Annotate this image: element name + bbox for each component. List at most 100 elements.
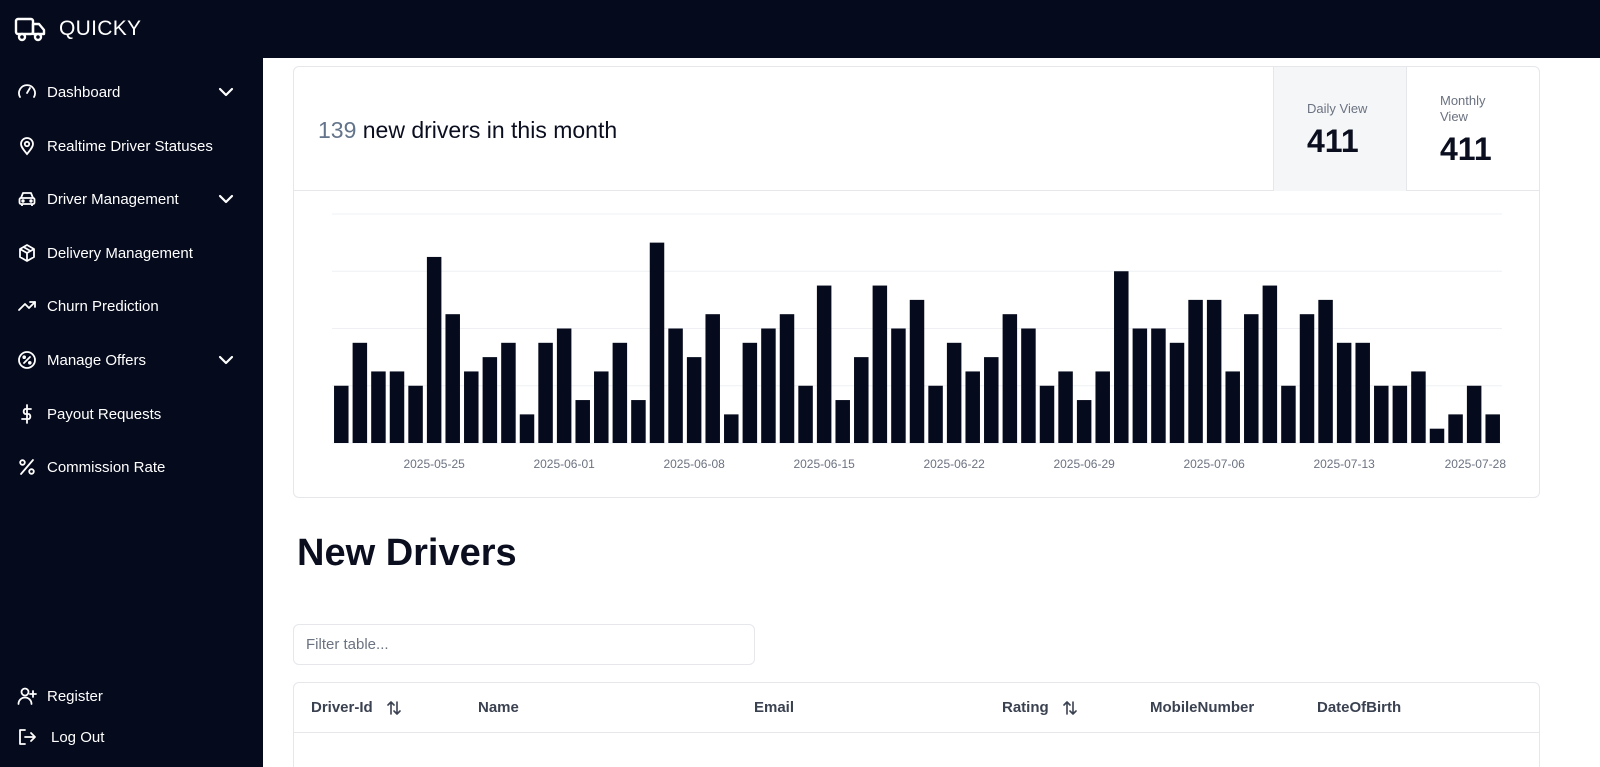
sidebar-item-driver-management[interactable]: Driver Management [0, 179, 263, 219]
chart-bar[interactable] [556, 328, 572, 444]
chart-bar[interactable] [1058, 371, 1073, 443]
chart-bar[interactable] [464, 371, 479, 443]
chart-bar[interactable] [798, 385, 813, 443]
monthly-view-value: 411 [1440, 131, 1492, 167]
app-title: QUICKY [59, 17, 142, 40]
chart-bar[interactable] [872, 285, 888, 443]
sidebar-item-dashboard[interactable]: Dashboard [0, 72, 263, 112]
chart-bar[interactable] [631, 400, 646, 443]
chart-bar[interactable] [1485, 414, 1500, 444]
chart-bar[interactable] [835, 400, 850, 443]
chart-bar[interactable] [426, 256, 442, 443]
chart-bar[interactable] [761, 328, 776, 444]
chart-bar[interactable] [891, 328, 906, 444]
chart-bar[interactable] [1169, 342, 1185, 443]
column-header-name[interactable]: Name [478, 699, 519, 716]
chart-bar[interactable] [1411, 371, 1426, 443]
x-tick-label: 2025-07-28 [1445, 457, 1507, 471]
summary-text: new drivers in this month [362, 117, 618, 143]
chart-bar[interactable] [1244, 314, 1259, 443]
daily-view-toggle[interactable]: Daily View 411 [1273, 67, 1407, 191]
chart-bar[interactable] [1095, 371, 1110, 443]
chart-bar[interactable] [482, 357, 498, 444]
chart-bar[interactable] [965, 371, 980, 443]
chart-bar[interactable] [686, 357, 702, 444]
chart-bar[interactable] [1318, 299, 1333, 444]
chart-bar[interactable] [1188, 299, 1203, 444]
chart-bar[interactable] [1039, 385, 1055, 443]
sidebar-item-delivery-management[interactable]: Delivery Management [0, 233, 263, 273]
sidebar-item-label: Dashboard [47, 83, 121, 101]
chart-bar[interactable] [334, 385, 349, 443]
chart-bar[interactable] [854, 357, 869, 444]
chart-bar[interactable] [1281, 385, 1296, 443]
chevron-down-icon[interactable] [217, 83, 235, 101]
chart-bar[interactable] [928, 385, 943, 443]
chart-bar[interactable] [371, 371, 386, 443]
chart-bar[interactable] [1466, 385, 1482, 443]
monthly-view-toggle[interactable]: Monthly View 411 [1407, 67, 1539, 191]
chart-bar[interactable] [1002, 314, 1018, 443]
chart-bar[interactable] [649, 242, 665, 444]
column-header-date-of-birth[interactable]: DateOfBirth [1317, 699, 1401, 716]
chart-bar[interactable] [352, 342, 368, 443]
chart-bar[interactable] [575, 400, 590, 443]
chart-bar[interactable] [501, 342, 516, 443]
sidebar-item-log-out[interactable]: Log Out [0, 717, 263, 757]
filter-input[interactable] [293, 624, 755, 665]
column-header-rating[interactable]: Rating [1002, 699, 1077, 716]
chevron-down-icon[interactable] [217, 351, 235, 369]
chart-bar[interactable] [1021, 328, 1036, 444]
sidebar-item-realtime-driver-statuses[interactable]: Realtime Driver Statuses [0, 126, 263, 166]
chart-bar[interactable] [1151, 328, 1166, 444]
sidebar-item-manage-offers[interactable]: Manage Offers [0, 340, 263, 380]
chart-bar[interactable] [1429, 428, 1445, 443]
chart-bar[interactable] [816, 285, 832, 443]
chart-bar[interactable] [389, 371, 405, 443]
chart-bar[interactable] [1374, 385, 1389, 443]
sidebar-item-commission-rate[interactable]: Commission Rate [0, 447, 263, 487]
chart-bar[interactable] [1206, 299, 1222, 444]
column-header-driver-id[interactable]: Driver-Id [311, 699, 401, 716]
chart-bar[interactable] [742, 342, 758, 443]
chart-bar[interactable] [1132, 328, 1148, 444]
chart-bar[interactable] [984, 357, 999, 444]
chart-bar[interactable] [594, 371, 609, 443]
percent-icon [17, 457, 37, 477]
section-title: New Drivers [297, 532, 517, 574]
chart-bar[interactable] [779, 314, 795, 443]
chart-bar[interactable] [705, 314, 720, 443]
chart-bar[interactable] [612, 342, 628, 443]
chart-bar[interactable] [1076, 400, 1092, 443]
chart-bar[interactable] [538, 342, 553, 443]
chevron-down-icon[interactable] [217, 190, 235, 208]
sidebar-item-churn-prediction[interactable]: Churn Prediction [0, 286, 263, 326]
column-header-email[interactable]: Email [754, 699, 794, 716]
chart-bar[interactable] [1114, 271, 1129, 443]
chart-bar[interactable] [1262, 285, 1278, 443]
chart-bar[interactable] [1336, 342, 1352, 443]
sidebar-item-label: Realtime Driver Statuses [47, 137, 213, 155]
sidebar-item-register[interactable]: Register [0, 676, 263, 716]
sort-icon[interactable] [1062, 700, 1077, 716]
chart-bar[interactable] [445, 314, 460, 443]
sidebar-item-label: Commission Rate [47, 458, 166, 476]
badge-percent-icon [17, 350, 37, 370]
chart-bar[interactable] [668, 328, 683, 444]
chart-bar[interactable] [1392, 385, 1408, 443]
user-plus-icon [17, 686, 37, 706]
chart-bar[interactable] [1355, 342, 1370, 443]
chart-bar[interactable] [909, 299, 925, 444]
chart-bar[interactable] [946, 342, 962, 443]
column-header-label: Rating [1002, 699, 1049, 716]
chart-bar[interactable] [519, 414, 535, 444]
sidebar-item-payout-requests[interactable]: Payout Requests [0, 394, 263, 434]
sort-icon[interactable] [386, 700, 401, 716]
x-tick-label: 2025-06-22 [923, 457, 985, 471]
chart-bar[interactable] [724, 414, 739, 444]
chart-bar[interactable] [1448, 414, 1463, 444]
chart-bar[interactable] [1225, 371, 1240, 443]
column-header-mobile-number[interactable]: MobileNumber [1150, 699, 1254, 716]
chart-bar[interactable] [1299, 314, 1315, 443]
chart-bar[interactable] [408, 385, 423, 443]
